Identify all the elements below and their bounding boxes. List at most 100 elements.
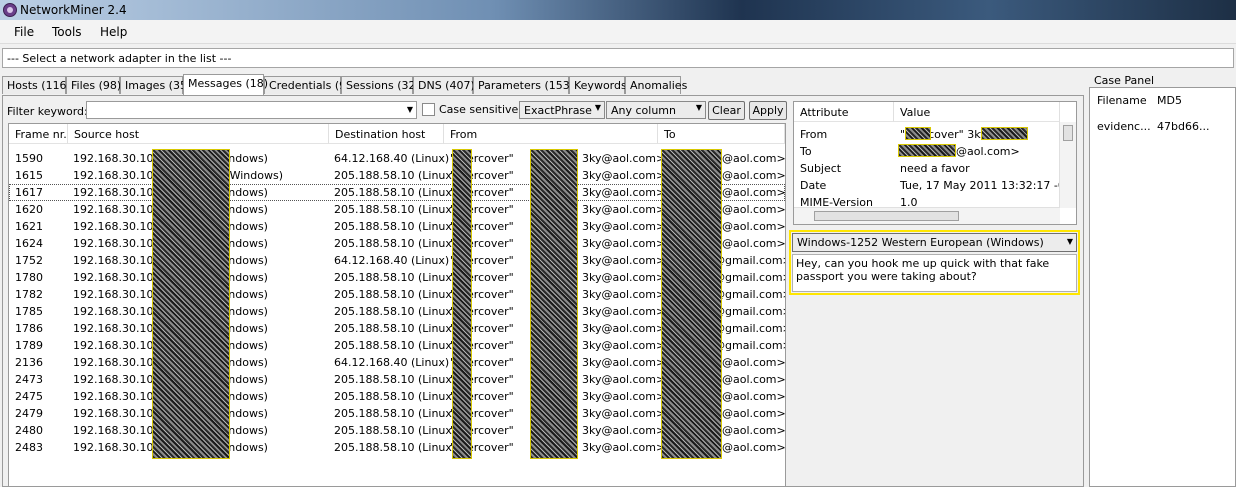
tab-hosts[interactable]: Hosts (116) xyxy=(2,76,71,94)
column-attribute[interactable]: Attribute xyxy=(794,102,894,122)
cell-to-address: @aol.com> xyxy=(722,373,786,386)
cell-destination-host: 205.188.58.10 (Linux) xyxy=(334,288,457,301)
column-destination-host[interactable]: Destination host xyxy=(329,124,444,144)
column-value[interactable]: Value xyxy=(894,102,1060,122)
cell-destination-host: 205.188.58.10 (Linux) xyxy=(334,271,457,284)
attributes-vertical-scrollbar[interactable] xyxy=(1059,122,1076,208)
redaction xyxy=(452,149,472,459)
cell-frame: 2479 xyxy=(15,407,43,420)
scrollbar-thumb[interactable] xyxy=(1063,125,1073,141)
cell-to-address: @gmail.com> xyxy=(714,339,786,352)
tab-images[interactable]: Images (35) xyxy=(120,76,191,94)
menu-tools[interactable]: Tools xyxy=(52,25,82,39)
case-file-name[interactable]: evidenc... xyxy=(1097,120,1151,133)
case-file-md5[interactable]: 47bd66... xyxy=(1157,120,1209,133)
cell-source-ip: 192.168.30.108 xyxy=(73,356,161,369)
networkminer-icon xyxy=(3,3,17,17)
redaction xyxy=(661,149,722,459)
cell-source-ip: 192.168.30.108 xyxy=(73,407,161,420)
cell-from-address: 3ky@aol.com> xyxy=(582,390,666,403)
cell-source-ip: 192.168.30.108 xyxy=(73,169,161,182)
cell-source-ip: 192.168.30.108 xyxy=(73,271,161,284)
encoding-select[interactable]: Windows-1252 Western European (Windows) … xyxy=(792,233,1077,252)
tab-parameters[interactable]: Parameters (1535) xyxy=(473,76,581,94)
tab-sessions[interactable]: Sessions (32) xyxy=(341,76,420,94)
cell-frame: 1617 xyxy=(15,186,43,199)
cell-frame: 1789 xyxy=(15,339,43,352)
message-attributes-panel[interactable]: Attribute Value From " Dercover" 3ky@ To @a… xyxy=(793,101,1077,225)
tab-dns[interactable]: DNS (407) xyxy=(413,76,475,94)
attribute-name: Subject xyxy=(800,162,842,175)
cell-destination-host: 64.12.168.40 (Linux) xyxy=(334,254,450,267)
attribute-value: @aol.com> xyxy=(956,145,1020,158)
cell-from-address: 3ky@aol.com> xyxy=(582,322,666,335)
column-to[interactable]: To xyxy=(658,124,785,144)
cell-to-address: @gmail.com> xyxy=(714,271,786,284)
case-panel[interactable]: Filename MD5 evidenc... 47bd66... xyxy=(1089,87,1236,487)
tab-anomalies[interactable]: Anomalies xyxy=(625,76,687,94)
redaction xyxy=(905,127,931,140)
attribute-name: To xyxy=(800,145,812,158)
cell-source-ip: 192.168.30.108 xyxy=(73,305,161,318)
network-adapter-select[interactable]: --- Select a network adapter in the list… xyxy=(2,48,1234,68)
cell-frame: 1620 xyxy=(15,203,43,216)
case-sensitive-label: Case sensitive xyxy=(439,103,519,116)
case-sensitive-checkbox[interactable] xyxy=(422,103,435,116)
cell-to-address: @aol.com> xyxy=(722,237,786,250)
attribute-name: From xyxy=(800,128,828,141)
cell-source-ip: 192.168.30.108 xyxy=(73,203,161,216)
cell-frame: 1780 xyxy=(15,271,43,284)
clear-button[interactable]: Clear xyxy=(708,101,745,120)
column-value: Any column xyxy=(611,104,676,117)
attribute-value: Tue, 17 May 2011 13:32:17 -0600 xyxy=(900,179,1077,192)
cell-source-ip: 192.168.30.108 xyxy=(73,237,161,250)
message-body[interactable]: Hey, can you hook me up quick with that … xyxy=(792,254,1077,292)
cell-from-address: 3ky@aol.com> xyxy=(582,203,666,216)
menu-bar: File Tools Help xyxy=(0,20,1236,44)
cell-from-address: 3ky@aol.com> xyxy=(582,186,666,199)
menu-file[interactable]: File xyxy=(14,25,34,39)
cell-to-address: @gmail.com> xyxy=(714,322,786,335)
cell-source-ip: 192.168.30.108 xyxy=(73,254,161,267)
redaction xyxy=(530,149,578,459)
cell-destination-host: 205.188.58.10 (Linux) xyxy=(334,203,457,216)
cell-destination-host: 205.188.58.10 (Linux) xyxy=(334,407,457,420)
cell-from-address: 3ky@aol.com> xyxy=(582,220,666,233)
column-select[interactable]: Any column ▼ xyxy=(606,101,706,119)
tab-keywords[interactable]: Keywords xyxy=(569,76,627,94)
cell-from-address: 3ky@aol.com> xyxy=(582,237,666,250)
cell-source-ip: 192.168.30.108 xyxy=(73,186,161,199)
cell-frame: 2483 xyxy=(15,441,43,454)
cell-from-address: 3ky@aol.com> xyxy=(582,169,666,182)
tab-files[interactable]: Files (98) xyxy=(66,76,121,94)
cell-destination-host: 64.12.168.40 (Linux) xyxy=(334,152,450,165)
apply-button[interactable]: Apply xyxy=(749,101,787,120)
column-md5[interactable]: MD5 xyxy=(1157,94,1182,107)
chevron-down-icon: ▼ xyxy=(695,103,702,112)
cell-source-ip: 192.168.30.108 xyxy=(73,288,161,301)
chevron-down-icon[interactable]: ▼ xyxy=(404,102,416,118)
column-from[interactable]: From xyxy=(444,124,658,144)
cell-frame: 2480 xyxy=(15,424,43,437)
filter-keyword-input[interactable] xyxy=(86,101,417,119)
cell-from-address: 3ky@aol.com> xyxy=(582,254,666,267)
cell-from-address: 3ky@aol.com> xyxy=(582,152,666,165)
column-frame[interactable]: Frame nr. xyxy=(9,124,68,144)
cell-source-ip: 192.168.30.108 xyxy=(73,373,161,386)
cell-destination-host: 205.188.58.10 (Linux) xyxy=(334,322,457,335)
cell-destination-host: 205.188.58.10 (Linux) xyxy=(334,390,457,403)
title-bar: NetworkMiner 2.4 xyxy=(0,0,1236,20)
attributes-horizontal-scrollbar[interactable] xyxy=(794,207,1060,224)
column-source-host[interactable]: Source host xyxy=(68,124,329,144)
tab-credentials[interactable]: Credentials (9) xyxy=(264,76,350,94)
messages-list[interactable]: Frame nr. Source host Destination host F… xyxy=(8,123,786,487)
tab-messages[interactable]: Messages (18) xyxy=(183,74,268,95)
column-filename[interactable]: Filename xyxy=(1097,94,1147,107)
menu-help[interactable]: Help xyxy=(100,25,127,39)
attribute-name: Date xyxy=(800,179,827,192)
redaction xyxy=(152,149,230,459)
cell-from-address: 3ky@aol.com> xyxy=(582,441,666,454)
cell-destination-host: 205.188.58.10 (Linux) xyxy=(334,373,457,386)
match-mode-select[interactable]: ExactPhrase ▼ xyxy=(519,101,605,119)
scrollbar-thumb[interactable] xyxy=(814,211,959,221)
